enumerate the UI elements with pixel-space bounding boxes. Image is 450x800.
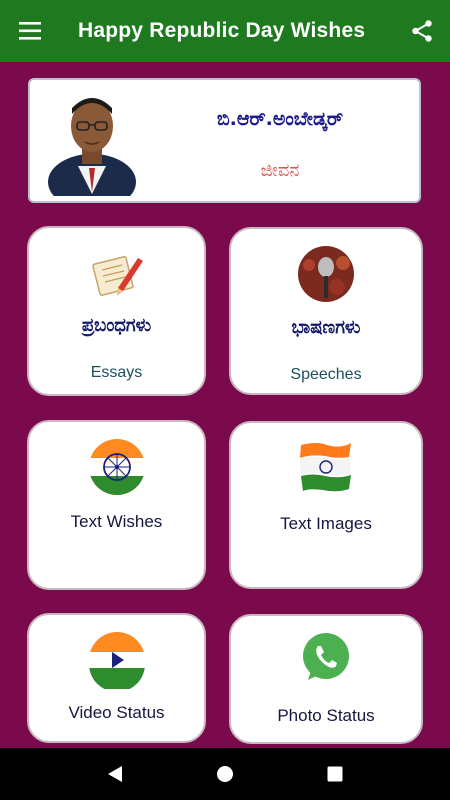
text-images-label: Text Images (280, 514, 372, 533)
share-icon[interactable] (394, 0, 450, 62)
essays-english-label: Essays (90, 364, 143, 381)
recents-square-icon[interactable] (315, 754, 355, 794)
system-nav-bar (0, 748, 450, 800)
photo-status-card[interactable]: Photo Status (229, 614, 423, 744)
app-title: Happy Republic Day Wishes (78, 19, 366, 42)
video-play-flag-icon (88, 631, 146, 693)
whatsapp-icon (300, 632, 352, 688)
profile-name: ಬಿ.ಆರ್.ಅಂಬೇಡ್ಕರ್ (216, 108, 344, 130)
profile-subtitle: ಜೀವನ (260, 160, 300, 181)
video-status-label: Video Status (68, 703, 165, 722)
hamburger-menu-icon[interactable] (0, 0, 60, 62)
portrait-image (48, 86, 136, 210)
home-circle-icon[interactable] (205, 754, 245, 794)
profile-card[interactable]: ಬಿ.ಆರ್.ಅಂಬೇಡ್ಕರ್ ಜೀವನ (28, 78, 421, 210)
text-wishes-card[interactable]: Text Wishes (27, 420, 206, 590)
writing-pen-icon (90, 250, 144, 304)
microphone-icon (297, 245, 355, 307)
speeches-card[interactable]: ಭಾಷಣಗಳು Speeches (229, 227, 423, 395)
video-status-card[interactable]: Video Status (27, 613, 206, 743)
essays-card[interactable]: ಪ್ರಬಂಧಗಳು Essays (27, 226, 206, 396)
speeches-kannada-label: ಭಾಷಣಗಳು (291, 317, 361, 338)
text-images-card[interactable]: Text Images (229, 421, 423, 589)
essays-kannada-label: ಪ್ರಬಂಧಗಳು (81, 315, 152, 336)
back-triangle-icon[interactable] (95, 754, 135, 794)
photo-status-label: Photo Status (277, 706, 375, 725)
ashoka-chakra-flag-icon (88, 438, 146, 500)
text-wishes-label: Text Wishes (70, 512, 163, 531)
flag-brush-icon (297, 439, 355, 499)
app-bar: Happy Republic Day Wishes (0, 0, 450, 62)
speeches-english-label: Speeches (290, 366, 362, 383)
